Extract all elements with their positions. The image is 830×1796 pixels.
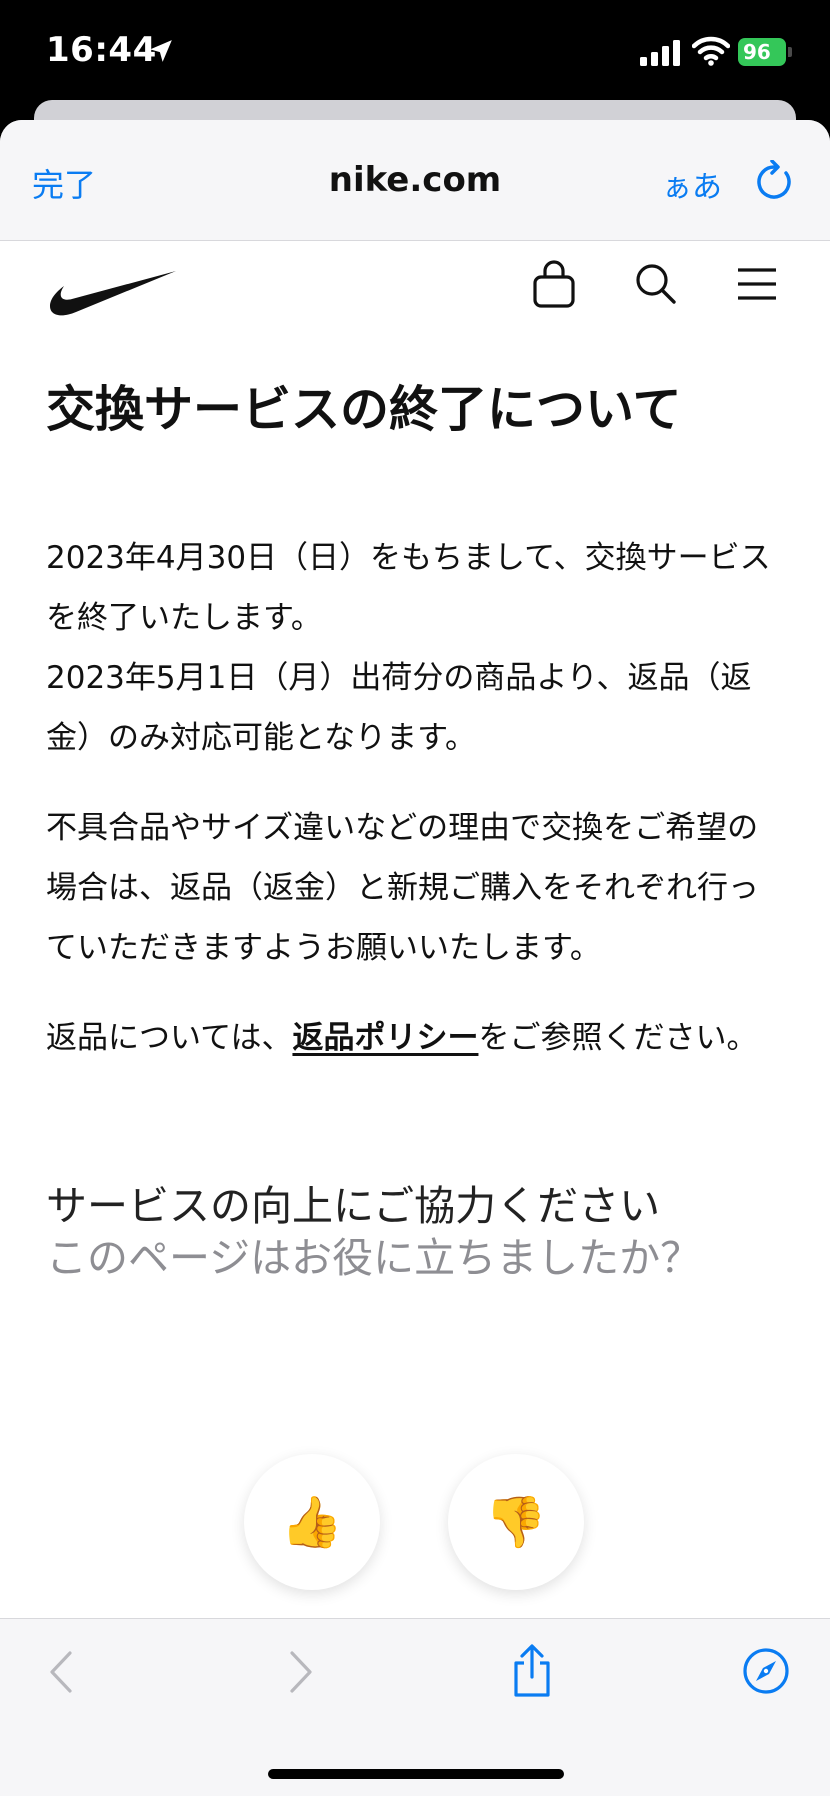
cellular-signal-icon [640, 40, 680, 66]
shopping-bag-icon[interactable] [530, 260, 578, 310]
thumbs-up-button[interactable]: 👍 [244, 1454, 380, 1590]
home-indicator [268, 1769, 564, 1779]
policy-lead-text: 返品については、 [46, 1020, 293, 1056]
browser-toolbar [0, 1618, 830, 1796]
article-content: 交換サービスの終了について 2023年4月30日（日）をもちまして、交換サービス… [46, 380, 776, 1284]
location-arrow-icon [150, 40, 172, 62]
nike-swoosh-logo[interactable] [48, 268, 176, 318]
reload-icon[interactable] [754, 160, 794, 202]
battery-level: 96 [743, 40, 771, 64]
text-size-button[interactable]: ぁあ [662, 162, 722, 206]
notice-paragraph-3: 不具合品やサイズ違いなどの理由で交換をご希望の場合は、返品（返金）と新規ご購入を… [46, 810, 759, 966]
share-icon[interactable] [508, 1643, 556, 1699]
wifi-icon [692, 36, 730, 66]
battery-cap [788, 47, 792, 57]
thumbs-down-icon: 👎 [484, 1493, 548, 1551]
browser-sheet: 完了 nike.com ぁあ 交換サービスの終了について 2023年4月30日（… [0, 120, 830, 1796]
battery-indicator: 96 [738, 38, 786, 66]
hamburger-menu-icon[interactable] [736, 266, 778, 302]
search-icon[interactable] [634, 262, 678, 306]
notice-paragraph-4: 返品については、返品ポリシーをご参照ください。 [46, 1008, 776, 1068]
notice-paragraph-2: 2023年5月1日（月）出荷分の商品より、返品（返金）のみ対応可能となります。 [46, 660, 752, 756]
status-bar: 16:44 96 [0, 0, 830, 110]
chevron-left-icon[interactable] [46, 1649, 76, 1695]
status-time: 16:44 [46, 30, 157, 70]
feedback-question: このページはお役に立ちましたか？ [46, 1234, 702, 1282]
thumbs-up-icon: 👍 [280, 1493, 344, 1551]
return-policy-link[interactable]: 返品ポリシー [292, 1020, 478, 1056]
site-header [0, 240, 830, 340]
chevron-right-icon[interactable] [286, 1649, 316, 1695]
feedback-heading: サービスの向上にご協力ください [46, 1182, 661, 1230]
compass-icon[interactable] [742, 1647, 790, 1695]
browser-nav-bar: 完了 nike.com ぁあ [0, 120, 830, 241]
notice-paragraph-1: 2023年4月30日（日）をもちまして、交換サービスを終了いたします。 [46, 540, 771, 636]
thumbs-down-button[interactable]: 👎 [448, 1454, 584, 1590]
policy-trailing-text: をご参照ください。 [478, 1020, 758, 1056]
page-title: 交換サービスの終了について [46, 381, 682, 438]
